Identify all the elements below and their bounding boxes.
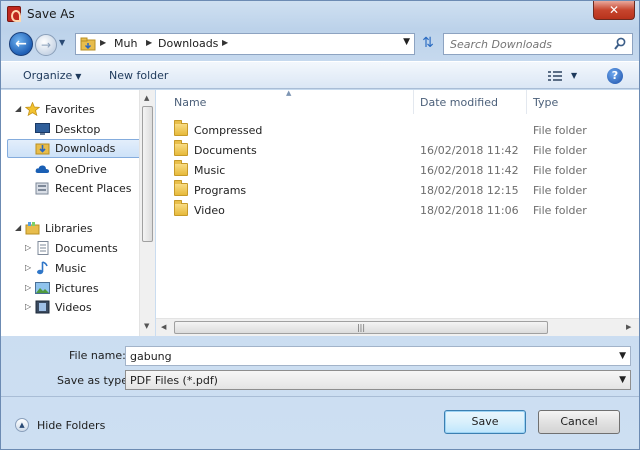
- expand-arrow-icon[interactable]: ▷: [25, 302, 31, 311]
- table-row[interactable]: Video 18/02/2018 11:06 File folder: [156, 200, 639, 220]
- documents-icon: [37, 241, 49, 255]
- table-row[interactable]: Documents 16/02/2018 11:42 File folder: [156, 140, 639, 160]
- forward-button[interactable]: →: [35, 34, 57, 56]
- file-list-horizontal-scrollbar[interactable]: ◀ ||| ▶: [156, 318, 639, 336]
- refresh-button[interactable]: ⇅: [417, 33, 439, 55]
- breadcrumb-separator-icon[interactable]: ▶: [222, 38, 228, 47]
- save-as-dialog: Save As ✕ ← → ▼ ▶ Muh ▶ Downloads ▶ ▼ ⇅: [0, 0, 640, 450]
- nav-item-downloads[interactable]: Downloads: [7, 139, 145, 158]
- video-film-icon: [35, 300, 50, 314]
- nav-favorites[interactable]: ◢ Favorites: [1, 100, 139, 119]
- nav-pane-scrollbar[interactable]: ▲ ▼: [139, 90, 155, 336]
- save-as-type-select[interactable]: PDF Files (*.pdf) ▼: [125, 370, 631, 390]
- scroll-right-icon[interactable]: ▶: [626, 323, 631, 331]
- folder-icon: [174, 160, 188, 176]
- app-icon: [7, 6, 21, 22]
- save-as-type-label: Save as type:: [57, 374, 132, 387]
- search-box[interactable]: [443, 33, 633, 55]
- recent-pages-dropdown[interactable]: ▼: [59, 38, 69, 50]
- search-input[interactable]: [450, 37, 600, 52]
- address-dropdown-icon[interactable]: ▼: [403, 37, 410, 47]
- folder-icon: [174, 140, 188, 156]
- expand-arrow-icon[interactable]: ◢: [15, 223, 21, 232]
- back-button[interactable]: ←: [9, 32, 33, 56]
- organize-button[interactable]: Organize ▼: [23, 69, 81, 82]
- pictures-icon: [35, 282, 50, 294]
- star-icon: [25, 102, 40, 116]
- libraries-icon: [25, 222, 40, 235]
- navigation-pane: ◢ Favorites Desktop Downloads OneDrive R…: [1, 90, 155, 336]
- address-bar[interactable]: ▶ Muh ▶ Downloads ▶ ▼: [75, 33, 415, 55]
- file-name-label: File name:: [69, 349, 126, 362]
- chevron-down-icon: ▼: [75, 72, 82, 81]
- folder-location-icon: [80, 37, 96, 51]
- save-button[interactable]: Save: [444, 410, 526, 434]
- expand-arrow-icon[interactable]: ◢: [15, 104, 21, 113]
- breadcrumb-separator-icon[interactable]: ▶: [146, 38, 152, 47]
- window-title: Save As: [27, 7, 75, 21]
- scrollbar-thumb[interactable]: [142, 106, 153, 242]
- collapse-up-icon: ▲: [15, 418, 29, 432]
- expand-arrow-icon[interactable]: ▷: [25, 243, 31, 252]
- downloads-folder-icon: [35, 143, 50, 155]
- scroll-down-icon[interactable]: ▼: [144, 322, 149, 330]
- table-row[interactable]: Programs 18/02/2018 12:15 File folder: [156, 180, 639, 200]
- chevron-down-icon[interactable]: ▼: [619, 375, 626, 385]
- column-header-name[interactable]: ▲ Name: [156, 89, 414, 114]
- folder-icon: [174, 120, 188, 136]
- scroll-up-icon[interactable]: ▲: [144, 94, 149, 102]
- expand-arrow-icon[interactable]: ▷: [25, 283, 31, 292]
- nav-item-documents[interactable]: ▷ Documents: [1, 239, 139, 258]
- nav-libraries[interactable]: ◢ Libraries: [1, 219, 139, 238]
- nav-item-recent-places[interactable]: Recent Places: [1, 179, 139, 198]
- view-options-icon[interactable]: [547, 70, 563, 82]
- nav-item-onedrive[interactable]: OneDrive: [1, 160, 139, 179]
- music-note-icon: [37, 261, 48, 275]
- file-name-combobox[interactable]: ▼: [125, 346, 631, 366]
- file-list: ▲ Name Date modified Type Compressed Fil…: [156, 89, 639, 336]
- sort-ascending-icon: ▲: [286, 89, 292, 97]
- breadcrumb-downloads[interactable]: Downloads: [158, 37, 218, 50]
- nav-item-videos[interactable]: ▷ Videos: [1, 298, 139, 317]
- table-row[interactable]: Compressed File folder: [156, 120, 639, 140]
- cloud-icon: [35, 165, 50, 173]
- nav-item-music[interactable]: ▷ Music: [1, 259, 139, 278]
- folder-icon: [174, 180, 188, 196]
- table-row[interactable]: Music 16/02/2018 11:42 File folder: [156, 160, 639, 180]
- address-toolbar: ← → ▼ ▶ Muh ▶ Downloads ▶ ▼ ⇅: [1, 29, 639, 59]
- command-bar: Organize ▼ New folder ▼ ?: [1, 61, 639, 89]
- column-header-date-modified[interactable]: Date modified: [414, 90, 527, 114]
- cancel-button[interactable]: Cancel: [538, 410, 620, 434]
- scroll-left-icon[interactable]: ◀: [161, 323, 166, 331]
- breadcrumb-separator-icon[interactable]: ▶: [100, 38, 106, 47]
- expand-arrow-icon[interactable]: ▷: [25, 263, 31, 272]
- column-header-type[interactable]: Type: [527, 90, 639, 114]
- scrollbar-thumb[interactable]: |||: [174, 321, 548, 334]
- folder-icon: [174, 200, 188, 216]
- view-dropdown-icon[interactable]: ▼: [571, 71, 577, 80]
- divider: [1, 396, 639, 397]
- nav-item-desktop[interactable]: Desktop: [1, 120, 139, 139]
- desktop-icon: [35, 123, 50, 135]
- chevron-down-icon[interactable]: ▼: [619, 351, 626, 361]
- title-bar[interactable]: Save As ✕: [1, 1, 639, 29]
- close-button[interactable]: ✕: [593, 1, 635, 20]
- file-name-input[interactable]: [130, 349, 600, 364]
- breadcrumb-muh[interactable]: Muh: [114, 37, 137, 50]
- search-icon[interactable]: [614, 37, 626, 51]
- recent-places-icon: [35, 182, 49, 195]
- nav-item-pictures[interactable]: ▷ Pictures: [1, 279, 139, 298]
- new-folder-button[interactable]: New folder: [109, 69, 168, 82]
- help-icon[interactable]: ?: [607, 68, 623, 84]
